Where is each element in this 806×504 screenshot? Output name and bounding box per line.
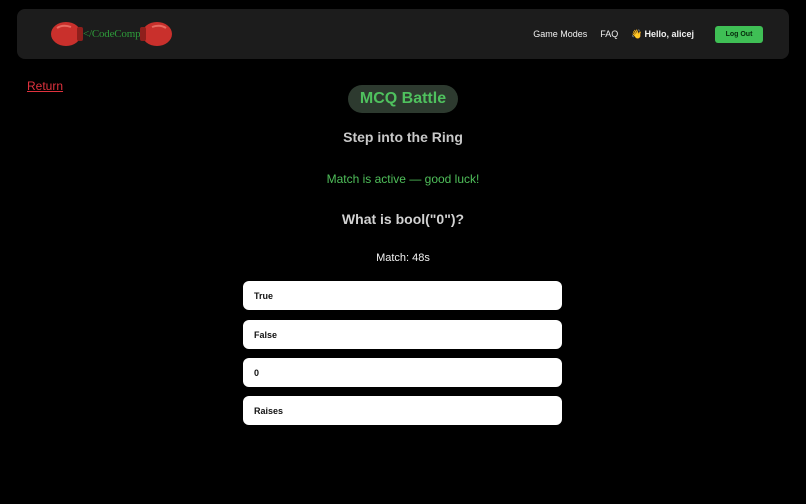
- logout-button[interactable]: Log Out: [715, 25, 763, 43]
- nav-menu: Game Modes FAQ 👋 Hello, alicej Log Out: [533, 25, 763, 43]
- boxing-glove-icon: [51, 22, 83, 46]
- brand-logo[interactable]: </CodeComp: [49, 20, 174, 48]
- wave-icon: 👋: [631, 28, 643, 39]
- nav-link-faq[interactable]: FAQ: [600, 29, 618, 39]
- navbar: </CodeComp Game Modes FAQ 👋 Hello, alice…: [17, 9, 789, 59]
- page-subtitle: Step into the Ring: [343, 129, 463, 145]
- boxing-glove-icon: [140, 22, 173, 46]
- question-text: What is bool("0")?: [341, 211, 465, 227]
- match-status: Match is active — good luck!: [326, 172, 480, 186]
- return-link[interactable]: Return: [27, 79, 63, 93]
- page-title: MCQ Battle: [348, 85, 458, 113]
- answer-option-raises[interactable]: Raises: [243, 396, 562, 425]
- answer-option-zero[interactable]: 0: [243, 358, 562, 387]
- brand-text: </CodeComp: [83, 28, 141, 40]
- match-timer: Match: 48s: [376, 252, 430, 264]
- answer-option-false[interactable]: False: [243, 320, 562, 349]
- answer-option-true[interactable]: True: [243, 281, 562, 310]
- user-greeting: Hello, alicej: [644, 29, 694, 39]
- nav-link-game-modes[interactable]: Game Modes: [533, 29, 587, 39]
